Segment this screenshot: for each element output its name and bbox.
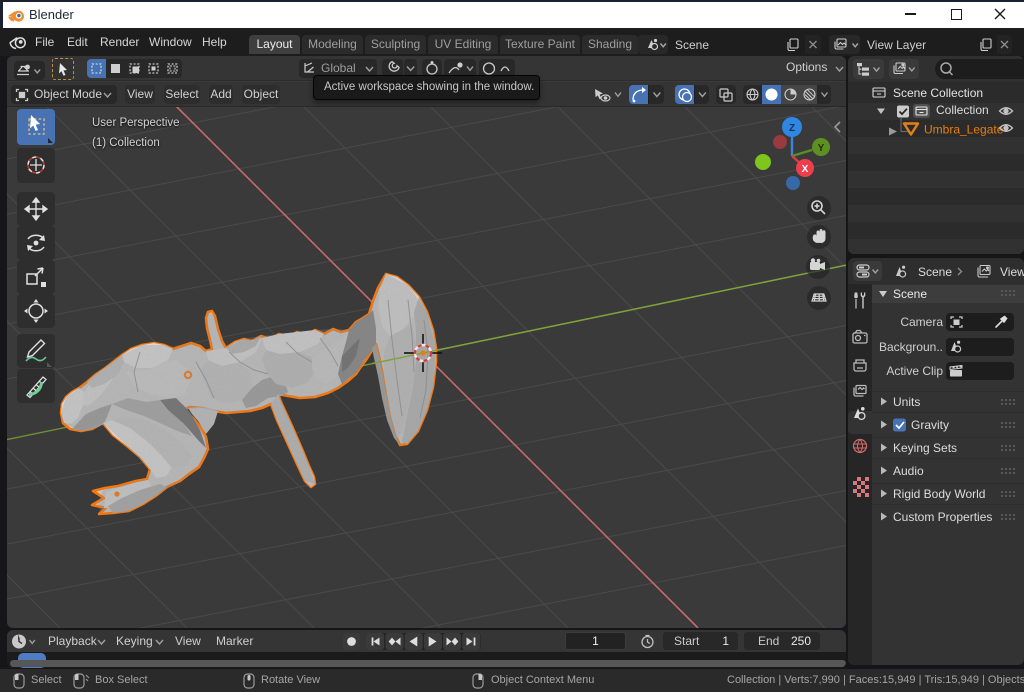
- svg-text:Audio: Audio: [893, 464, 924, 478]
- svg-text:X: X: [802, 164, 809, 175]
- svg-text:Keying Sets: Keying Sets: [893, 441, 957, 455]
- svg-text:View: View: [1000, 265, 1024, 279]
- svg-text:Collection: Collection: [936, 103, 989, 117]
- svg-text:Y: Y: [818, 143, 825, 154]
- svg-text:Rigid Body World: Rigid Body World: [893, 487, 985, 501]
- svg-text:Units: Units: [893, 395, 920, 409]
- svg-text:Gravity: Gravity: [911, 418, 949, 432]
- svg-text:Z: Z: [789, 123, 795, 134]
- svg-text:Umbra_Legate: Umbra_Legate: [924, 123, 1004, 137]
- svg-text:Custom Properties: Custom Properties: [893, 510, 992, 524]
- svg-text:Scene Collection: Scene Collection: [893, 86, 983, 100]
- svg-text:Scene: Scene: [918, 265, 952, 279]
